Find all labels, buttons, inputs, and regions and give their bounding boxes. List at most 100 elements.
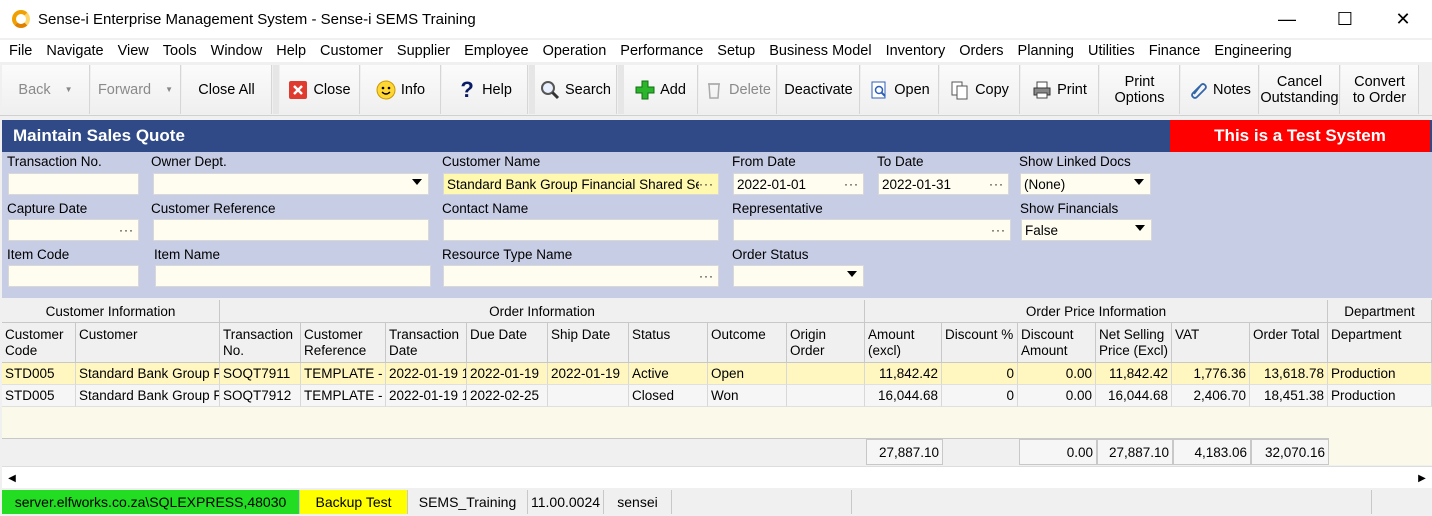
- quotes-grid: Customer Information Order Information O…: [2, 300, 1432, 465]
- cancel-outstanding-button[interactable]: Cancel Outstanding: [1260, 65, 1340, 114]
- from-date-ellipsis-button[interactable]: ···: [844, 174, 859, 194]
- band-order-information: Order Information: [220, 300, 865, 323]
- customer-reference-input[interactable]: [153, 219, 429, 241]
- cancel-outstanding-label-1: Cancel: [1276, 73, 1323, 90]
- print-button[interactable]: Print: [1021, 65, 1099, 114]
- menu-planning[interactable]: Planning: [1011, 43, 1081, 59]
- col-order-total[interactable]: Order Total: [1250, 323, 1328, 363]
- capture-date-ellipsis-button[interactable]: ···: [119, 220, 134, 240]
- resource-type-name-input[interactable]: ···: [443, 265, 719, 287]
- resource-type-ellipsis-button[interactable]: ···: [699, 266, 714, 286]
- contact-name-input[interactable]: [443, 219, 719, 241]
- cell-status: Closed: [629, 385, 708, 407]
- maximize-button[interactable]: ☐: [1316, 0, 1374, 38]
- col-discount-pct[interactable]: Discount %: [942, 323, 1018, 363]
- show-financials-select[interactable]: False: [1021, 219, 1152, 241]
- horizontal-scrollbar[interactable]: ◀ ▶: [2, 466, 1432, 488]
- menu-file[interactable]: File: [2, 43, 39, 59]
- representative-input[interactable]: ···: [733, 219, 1011, 241]
- menu-performance[interactable]: Performance: [613, 43, 710, 59]
- forward-dropdown-icon[interactable]: ▼: [165, 82, 173, 98]
- col-transaction-date[interactable]: Transaction Date: [386, 323, 467, 363]
- table-row[interactable]: STD005 Standard Bank Group F SOQT7911 TE…: [2, 363, 1432, 385]
- menu-orders[interactable]: Orders: [952, 43, 1010, 59]
- menu-operation[interactable]: Operation: [536, 43, 614, 59]
- convert-label-1: Convert: [1354, 73, 1405, 90]
- minimize-button[interactable]: —: [1258, 0, 1316, 38]
- close-button[interactable]: Close: [280, 65, 360, 114]
- menu-navigate[interactable]: Navigate: [39, 43, 110, 59]
- search-button[interactable]: Search: [535, 65, 617, 114]
- convert-to-order-button[interactable]: Convert to Order: [1341, 65, 1419, 114]
- add-button[interactable]: Add: [624, 65, 698, 114]
- col-discount-amount[interactable]: Discount Amount: [1018, 323, 1096, 363]
- delete-button[interactable]: Delete: [699, 65, 777, 114]
- forward-button[interactable]: Forward ▼: [91, 65, 181, 114]
- show-linked-docs-select[interactable]: (None): [1020, 173, 1151, 195]
- cell-transaction-no: SOQT7911: [220, 363, 301, 385]
- back-button[interactable]: Back ▼: [2, 65, 90, 114]
- menu-window[interactable]: Window: [204, 43, 270, 59]
- copy-button[interactable]: Copy: [940, 65, 1020, 114]
- menu-utilities[interactable]: Utilities: [1081, 43, 1142, 59]
- owner-dept-select[interactable]: [153, 173, 429, 195]
- menu-engineering[interactable]: Engineering: [1207, 43, 1298, 59]
- owner-dept-dropdown-icon[interactable]: [412, 179, 422, 185]
- col-due-date[interactable]: Due Date: [467, 323, 548, 363]
- col-transaction-no[interactable]: Transaction No.: [220, 323, 301, 363]
- order-status-dropdown-icon[interactable]: [847, 271, 857, 277]
- from-date-input[interactable]: 2022-01-01 ···: [733, 173, 864, 195]
- notes-button[interactable]: Notes: [1181, 65, 1259, 114]
- col-outcome[interactable]: Outcome: [708, 323, 787, 363]
- show-linked-docs-dropdown-icon[interactable]: [1134, 179, 1144, 185]
- help-button[interactable]: ? Help: [442, 65, 528, 114]
- menu-tools[interactable]: Tools: [156, 43, 204, 59]
- capture-date-input[interactable]: ···: [8, 219, 139, 241]
- cell-customer-reference: TEMPLATE -: [301, 385, 386, 407]
- status-bar: server.elfworks.co.za\SQLEXPRESS,48030 B…: [0, 488, 1432, 516]
- menu-view[interactable]: View: [111, 43, 156, 59]
- col-vat[interactable]: VAT: [1172, 323, 1250, 363]
- col-customer[interactable]: Customer: [76, 323, 220, 363]
- order-status-select[interactable]: [733, 265, 864, 287]
- to-date-input[interactable]: 2022-01-31 ···: [878, 173, 1009, 195]
- print-options-button[interactable]: Print Options: [1100, 65, 1180, 114]
- back-dropdown-icon[interactable]: ▼: [65, 82, 73, 98]
- show-financials-dropdown-icon[interactable]: [1135, 225, 1145, 231]
- cancel-outstanding-label-2: Outstanding: [1260, 89, 1339, 106]
- col-customer-code[interactable]: Customer Code: [2, 323, 76, 363]
- item-name-input[interactable]: [155, 265, 431, 287]
- deactivate-label: Deactivate: [784, 81, 853, 98]
- customer-name-input[interactable]: Standard Bank Group Financial Shared Se …: [443, 173, 719, 195]
- menu-supplier[interactable]: Supplier: [390, 43, 457, 59]
- transaction-no-input[interactable]: [8, 173, 139, 195]
- close-window-button[interactable]: ✕: [1374, 0, 1432, 38]
- info-button[interactable]: Info: [361, 65, 441, 114]
- item-code-input[interactable]: [8, 265, 139, 287]
- col-origin-order[interactable]: Origin Order: [787, 323, 865, 363]
- menu-customer[interactable]: Customer: [313, 43, 390, 59]
- customer-name-ellipsis-button[interactable]: ···: [699, 174, 714, 194]
- menu-finance[interactable]: Finance: [1142, 43, 1208, 59]
- close-all-button[interactable]: Close All: [182, 65, 272, 114]
- transaction-no-label: Transaction No.: [7, 154, 102, 169]
- menu-bar: File Navigate View Tools Window Help Cus…: [0, 40, 1432, 62]
- open-button[interactable]: Open: [861, 65, 939, 114]
- scroll-left-icon[interactable]: ◀: [2, 467, 22, 489]
- scroll-right-icon[interactable]: ▶: [1412, 467, 1432, 489]
- col-status[interactable]: Status: [629, 323, 708, 363]
- table-row[interactable]: STD005 Standard Bank Group F SOQT7912 TE…: [2, 385, 1432, 407]
- col-amount-excl[interactable]: Amount (excl): [865, 323, 942, 363]
- menu-inventory[interactable]: Inventory: [879, 43, 953, 59]
- to-date-ellipsis-button[interactable]: ···: [989, 174, 1004, 194]
- menu-help[interactable]: Help: [269, 43, 313, 59]
- menu-setup[interactable]: Setup: [710, 43, 762, 59]
- col-department[interactable]: Department: [1328, 323, 1432, 363]
- col-net-selling-price[interactable]: Net Selling Price (Excl): [1096, 323, 1172, 363]
- col-customer-reference[interactable]: Customer Reference: [301, 323, 386, 363]
- menu-business-model[interactable]: Business Model: [762, 43, 878, 59]
- deactivate-button[interactable]: Deactivate: [778, 65, 860, 114]
- representative-ellipsis-button[interactable]: ···: [991, 220, 1006, 240]
- col-ship-date[interactable]: Ship Date: [548, 323, 629, 363]
- menu-employee[interactable]: Employee: [457, 43, 535, 59]
